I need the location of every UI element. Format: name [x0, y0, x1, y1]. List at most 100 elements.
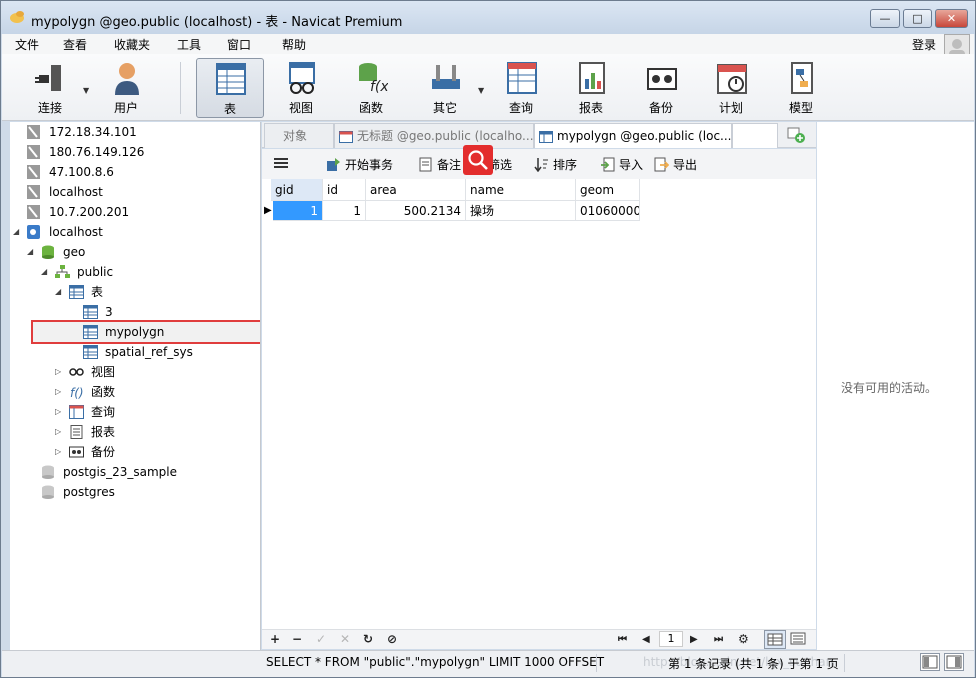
collapse-arrow-icon[interactable]: ▷ [55, 422, 65, 442]
collapse-arrow-icon[interactable]: ▷ [55, 442, 65, 462]
status-separator [596, 654, 597, 672]
expand-arrow-icon[interactable]: ◢ [55, 282, 65, 302]
table-cell[interactable]: 1 [323, 201, 366, 221]
form-view-toggle[interactable] [788, 630, 810, 649]
toolbar-table-button[interactable]: 表 [196, 58, 264, 118]
stop-button[interactable]: ⊘ [387, 632, 397, 646]
expand-arrow-icon[interactable]: ◢ [27, 242, 37, 262]
new-tab-icon[interactable] [785, 125, 807, 145]
discard-changes-button[interactable]: ✕ [340, 632, 350, 646]
layout-toggle-right[interactable] [944, 653, 964, 671]
server-icon [27, 205, 40, 219]
table-cell[interactable]: 500.2134 [366, 201, 466, 221]
tab-objects[interactable]: 对象 [264, 123, 334, 148]
table-icon [539, 130, 553, 143]
toolbar-connection-button[interactable]: 连接 [17, 58, 83, 118]
delete-record-button[interactable]: − [292, 632, 302, 646]
table-cell[interactable]: 1 [273, 201, 323, 221]
tree-node-label: postgres [63, 485, 115, 499]
note-button[interactable]: 备注 [418, 156, 461, 174]
form-view-icon [790, 632, 806, 645]
server-icon [27, 185, 40, 199]
prev-page-button[interactable]: ◀ [642, 634, 650, 645]
table-toolbar: 开始事务 备注 筛选 排序 导入 导出 [262, 149, 816, 179]
minimize-button[interactable]: — [870, 9, 900, 28]
toolbar-report-button[interactable]: 报表 [558, 58, 624, 118]
refresh-button[interactable]: ↻ [363, 632, 373, 646]
collapse-arrow-icon[interactable]: ▷ [55, 362, 65, 382]
login-link[interactable]: 登录 [912, 36, 936, 53]
page-number-input[interactable]: 1 [659, 631, 683, 647]
tree-node-label: 报表 [91, 425, 116, 439]
tree-node-label: mypolygn [105, 325, 165, 339]
data-grid: gid id area name geom ▶ 1 1 500.2134 操场 … [262, 179, 816, 629]
apply-changes-button[interactable]: ✓ [316, 632, 326, 646]
toolbar-view-button[interactable]: 视图 [268, 58, 334, 118]
page-settings-button[interactable]: ⚙ [738, 632, 749, 646]
sort-icon [534, 158, 548, 172]
menu-hamburger-icon[interactable] [274, 156, 288, 174]
tree-node-label: 视图 [91, 365, 116, 379]
first-page-button[interactable]: ⏮ [618, 634, 627, 645]
toolbar-label: 用户 [113, 101, 138, 115]
app-window: mypolygn @geo.public (localhost) - 表 - N… [0, 0, 976, 678]
toolbar-schedule-button[interactable]: 计划 [698, 58, 764, 118]
expand-arrow-icon[interactable]: ◢ [41, 262, 51, 282]
tab-untitled-query[interactable]: 无标题 @geo.public (localho... [334, 123, 534, 148]
other-dropdown-icon[interactable]: ▼ [478, 86, 484, 95]
toolbar-backup-button[interactable]: 备份 [628, 58, 694, 118]
column-header-geom[interactable]: geom [576, 179, 640, 201]
menu-tools[interactable]: 工具 [177, 36, 201, 53]
sort-button[interactable]: 排序 [534, 156, 577, 174]
begin-transaction-button[interactable]: 开始事务 [326, 156, 393, 174]
button-label: 备注 [437, 158, 462, 172]
tab-label: 无标题 @geo.public (localho... [357, 129, 534, 143]
column-header-gid[interactable]: gid [271, 179, 323, 201]
menu-view[interactable]: 查看 [63, 36, 87, 53]
query-icon [69, 405, 84, 419]
schedule-icon [717, 64, 747, 94]
collapse-arrow-icon[interactable]: ▷ [55, 402, 65, 422]
menu-favorites[interactable]: 收藏夹 [114, 36, 150, 53]
tree-node-label: 180.76.149.126 [49, 145, 145, 159]
menu-file[interactable]: 文件 [15, 36, 39, 53]
close-button[interactable]: ✕ [935, 9, 968, 28]
tree-node-label: 10.7.200.201 [49, 205, 130, 219]
expand-arrow-icon[interactable]: ◢ [13, 222, 23, 242]
tools-icon [432, 65, 460, 89]
maximize-button[interactable]: □ [903, 9, 932, 28]
column-header-name[interactable]: name [466, 179, 576, 201]
button-label: 导入 [619, 158, 644, 172]
toolbar-query-button[interactable]: 查询 [488, 58, 554, 118]
view-icon [69, 368, 84, 376]
layout-toggle-left[interactable] [920, 653, 940, 671]
status-sql-text: SELECT * FROM "public"."mypolygn" LIMIT … [266, 655, 605, 669]
column-header-id[interactable]: id [323, 179, 366, 201]
search-overlay-button[interactable] [463, 145, 493, 175]
last-page-button[interactable]: ⏭ [714, 634, 723, 645]
menu-help[interactable]: 帮助 [282, 36, 306, 53]
table-cell[interactable]: 操场 [466, 201, 576, 221]
toolbar-other-button[interactable]: 其它 [412, 58, 478, 118]
next-page-button[interactable]: ▶ [690, 634, 698, 645]
toolbar-label: 报表 [578, 101, 603, 115]
tab-mypolygn-table[interactable]: mypolygn @geo.public (loc... [534, 123, 732, 148]
connection-dropdown-icon[interactable]: ▼ [83, 86, 89, 95]
menu-window[interactable]: 窗口 [227, 36, 251, 53]
export-button[interactable]: 导出 [654, 156, 697, 174]
toolbar-user-button[interactable]: 用户 [93, 58, 159, 118]
toolbar-label: 模型 [788, 101, 813, 115]
tree-node-label: 查询 [91, 405, 116, 419]
add-record-button[interactable]: + [270, 632, 280, 646]
collapse-arrow-icon[interactable]: ▷ [55, 382, 65, 402]
navicat-logo-icon [10, 11, 24, 23]
import-button[interactable]: 导入 [600, 156, 643, 174]
toolbar-model-button[interactable]: 模型 [768, 58, 834, 118]
tree-node-label: geo [63, 245, 86, 259]
column-header-area[interactable]: area [366, 179, 466, 201]
toolbar-function-button[interactable]: f(x) 函数 [338, 58, 404, 118]
table-cell[interactable]: 010600000 [576, 201, 640, 221]
svg-text:f(): f() [70, 386, 84, 399]
main-toolbar: 连接 ▼ 用户 表 视图 f(x) 函数 其它 ▼ 查询 [2, 54, 974, 121]
grid-view-toggle[interactable] [764, 630, 786, 649]
